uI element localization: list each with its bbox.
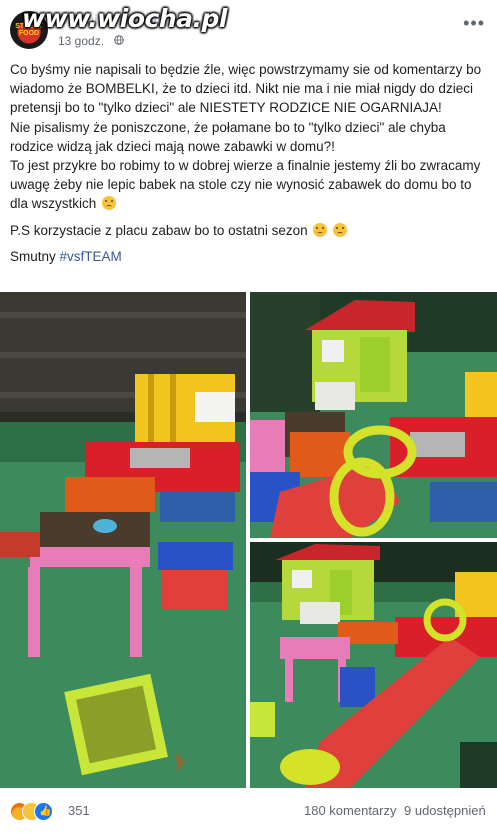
post-paragraph: Co byśmy nie napisali to będzie źle, wię… — [10, 62, 482, 116]
comments-count-link[interactable]: 180 komentarzy — [304, 803, 397, 818]
sad-face-emoji-icon — [333, 222, 348, 237]
post-paragraph: To jest przykre bo robimy to w dobrej wi… — [10, 158, 481, 212]
post-signature: Smutny #vsfTEAM — [10, 248, 122, 264]
sad-face-emoji-icon — [102, 196, 117, 211]
post-body: Co byśmy nie napisali to będzie źle, wię… — [10, 60, 492, 266]
post-paragraph: Nie pisalismy że poniszczone, że połaman… — [10, 119, 446, 154]
playground-photo-2[interactable] — [250, 292, 497, 538]
playground-photo-3[interactable] — [250, 542, 497, 788]
more-options-button[interactable]: ••• — [463, 14, 485, 32]
watermark: www.wiocha.pl — [22, 4, 227, 33]
playground-photo-1[interactable] — [0, 292, 246, 788]
globe-icon — [114, 35, 124, 45]
disappointed-face-emoji-icon — [313, 222, 328, 237]
shares-count-link[interactable]: 9 udostępnień — [404, 803, 486, 818]
like-reaction-icon: 👍 — [34, 802, 53, 821]
post-timestamp[interactable]: 13 godz. — [58, 34, 104, 48]
photo-grid — [0, 292, 497, 788]
post-paragraph: P.S korzystacie z placu zabaw bo to osta… — [10, 221, 492, 240]
post-header: STREET FOOD Wieśniacza Food www.wiocha.pl… — [0, 0, 497, 55]
reaction-count[interactable]: 351 — [68, 803, 90, 818]
hashtag-link[interactable]: #vsfTEAM — [60, 249, 122, 264]
